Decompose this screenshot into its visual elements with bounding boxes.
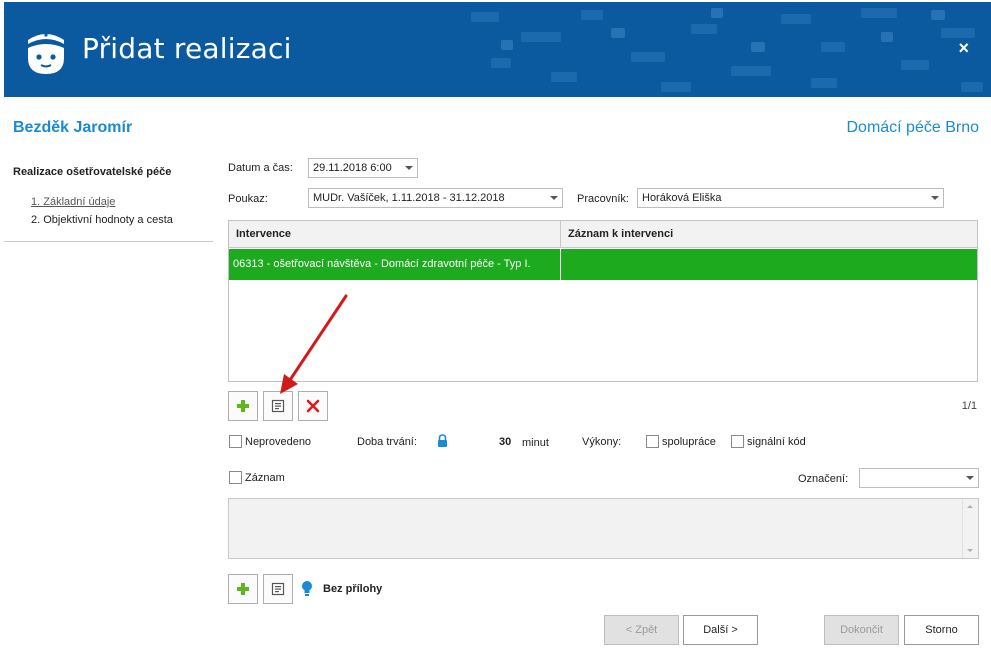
marking-select[interactable] bbox=[859, 468, 979, 488]
cancel-button[interactable]: Storno bbox=[904, 615, 979, 645]
attachment-status: Bez přílohy bbox=[323, 583, 383, 595]
note-icon bbox=[271, 582, 285, 596]
not-performed-label: Neprovedeno bbox=[245, 436, 312, 448]
scroll-down-icon[interactable] bbox=[967, 549, 973, 552]
close-icon[interactable]: × bbox=[958, 38, 969, 58]
chevron-down-icon bbox=[931, 196, 939, 200]
cooperation-label: spolupráce bbox=[662, 436, 716, 448]
voucher-value: MUDr. Vašíček, 1.11.2018 - 31.12.2018 bbox=[313, 192, 505, 204]
duration-unit: minut bbox=[522, 437, 549, 449]
lock-icon[interactable] bbox=[437, 434, 448, 448]
worker-label: Pracovník: bbox=[577, 193, 629, 205]
record-label: Záznam bbox=[245, 472, 285, 484]
organization-name: Domácí péče Brno bbox=[846, 119, 979, 136]
header-pattern bbox=[471, 8, 983, 92]
chevron-down-icon bbox=[966, 476, 974, 480]
add-intervention-button[interactable] bbox=[228, 391, 258, 421]
edit-record-button[interactable] bbox=[263, 391, 293, 421]
sidebar-step-objective-values[interactable]: 2. Objektivní hodnoty a cesta bbox=[31, 214, 173, 226]
table-row[interactable]: 06313 - ošetřovací návštěva - Domácí zdr… bbox=[229, 249, 977, 280]
worker-select[interactable]: Horáková Eliška bbox=[637, 188, 944, 208]
attachment-note-button[interactable] bbox=[263, 574, 293, 604]
column-header-record[interactable]: Záznam k intervenci bbox=[568, 228, 673, 240]
lightbulb-icon bbox=[302, 581, 312, 596]
sidebar-divider bbox=[4, 241, 213, 242]
note-icon bbox=[271, 399, 285, 413]
delete-intervention-button[interactable] bbox=[298, 391, 328, 421]
voucher-select[interactable]: MUDr. Vašíček, 1.11.2018 - 31.12.2018 bbox=[308, 188, 563, 208]
sidebar-title: Realizace ošetřovatelské péče bbox=[13, 166, 172, 178]
cooperation-checkbox[interactable] bbox=[646, 435, 659, 448]
nurse-icon bbox=[28, 28, 64, 74]
dialog-title: Přidat realizaci bbox=[82, 32, 292, 65]
duration-value: 30 bbox=[499, 436, 512, 448]
next-button[interactable]: Další > bbox=[683, 615, 758, 645]
record-textarea[interactable] bbox=[228, 498, 979, 559]
chevron-down-icon bbox=[550, 196, 558, 200]
column-separator bbox=[560, 221, 561, 248]
column-separator bbox=[560, 249, 561, 280]
chevron-down-icon bbox=[405, 166, 413, 170]
record-checkbox[interactable] bbox=[229, 471, 242, 484]
scroll-up-icon[interactable] bbox=[967, 505, 973, 508]
plus-icon bbox=[237, 583, 249, 595]
cell-intervention: 06313 - ošetřovací návštěva - Domácí zdr… bbox=[233, 258, 531, 270]
column-header-intervention[interactable]: Intervence bbox=[236, 228, 291, 240]
finish-button[interactable]: Dokončit bbox=[824, 615, 899, 645]
worker-value: Horáková Eliška bbox=[642, 192, 722, 204]
datetime-value: 29.11.2018 6:00 bbox=[313, 162, 392, 174]
procedures-label: Výkony: bbox=[582, 436, 622, 448]
plus-icon bbox=[237, 400, 249, 412]
datetime-label: Datum a čas: bbox=[228, 162, 293, 174]
duration-label: Doba trvání: bbox=[357, 436, 417, 448]
voucher-label: Poukaz: bbox=[228, 193, 268, 205]
signal-code-label: signální kód bbox=[747, 436, 806, 448]
not-performed-checkbox[interactable] bbox=[229, 435, 242, 448]
sidebar-step-basic-data[interactable]: 1. Základní údaje bbox=[31, 196, 115, 208]
delete-x-icon bbox=[306, 399, 320, 413]
datetime-field[interactable]: 29.11.2018 6:00 bbox=[308, 158, 418, 178]
grid-pager: 1/1 bbox=[961, 400, 977, 412]
dialog-header: Přidat realizaci × bbox=[4, 2, 991, 97]
intervention-grid: Intervence Záznam k intervenci 06313 - o… bbox=[228, 220, 978, 382]
patient-name: Bezděk Jaromír bbox=[13, 119, 133, 136]
back-button[interactable]: < Zpět bbox=[604, 615, 679, 645]
signal-code-checkbox[interactable] bbox=[731, 435, 744, 448]
add-attachment-button[interactable] bbox=[228, 574, 258, 604]
grid-header: Intervence Záznam k intervenci bbox=[229, 221, 977, 248]
textarea-scrollbar[interactable] bbox=[962, 499, 978, 558]
marking-label: Označení: bbox=[798, 473, 849, 485]
